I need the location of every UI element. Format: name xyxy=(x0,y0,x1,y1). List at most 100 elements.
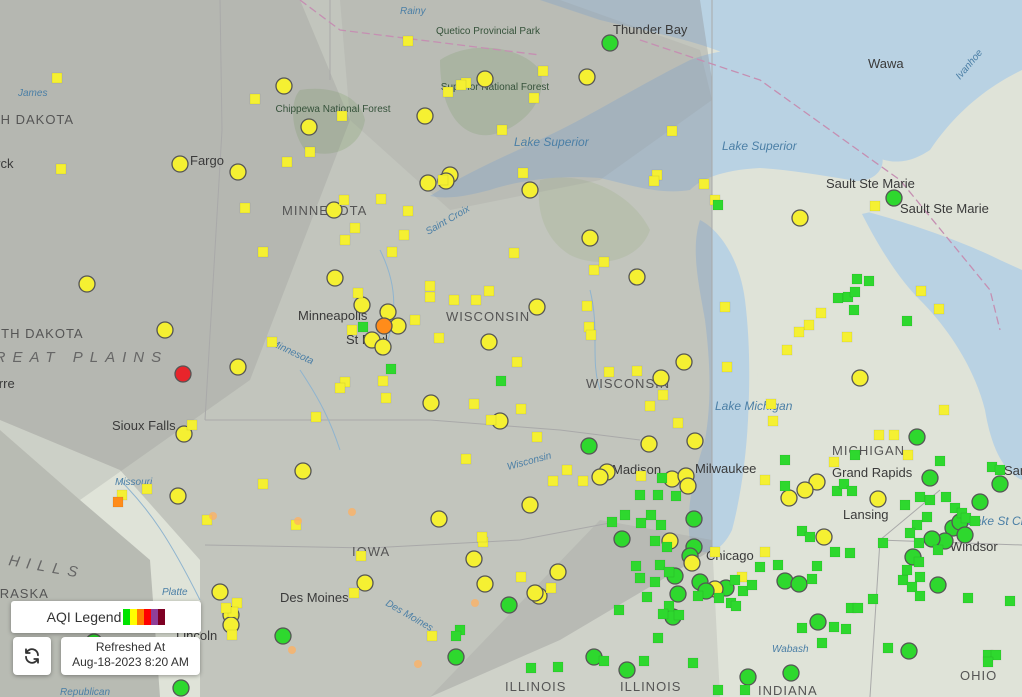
monitor-marker-187[interactable] xyxy=(450,630,462,642)
sensor-marker-54[interactable] xyxy=(521,496,539,514)
monitor-marker-120[interactable] xyxy=(921,511,933,523)
monitor-marker-48[interactable] xyxy=(933,303,945,315)
monitor-marker-123[interactable] xyxy=(606,516,618,528)
monitor-marker-56[interactable] xyxy=(781,344,793,356)
monitor-marker-27[interactable] xyxy=(339,234,351,246)
sensor-marker-94[interactable] xyxy=(618,661,636,679)
monitor-marker-188[interactable] xyxy=(426,630,438,642)
monitor-marker-142[interactable] xyxy=(709,546,721,558)
monitor-marker-0[interactable] xyxy=(402,35,414,47)
monitor-marker-194[interactable] xyxy=(982,656,994,668)
fire-dot-2[interactable] xyxy=(294,517,302,525)
monitor-marker-176[interactable] xyxy=(641,591,653,603)
monitor-marker-54[interactable] xyxy=(585,329,597,341)
sensor-marker-32[interactable] xyxy=(851,369,869,387)
sensor-marker-84[interactable] xyxy=(211,583,229,601)
monitor-marker-92[interactable] xyxy=(186,419,198,431)
monitor-marker-5[interactable] xyxy=(442,86,454,98)
sensor-marker-96[interactable] xyxy=(782,664,800,682)
monitor-marker-117[interactable] xyxy=(960,512,972,524)
monitor-marker-64[interactable] xyxy=(511,356,523,368)
sensor-marker-47[interactable] xyxy=(796,481,814,499)
monitor-marker-168[interactable] xyxy=(1004,595,1016,607)
monitor-marker-47[interactable] xyxy=(848,304,860,316)
sensor-marker-71[interactable] xyxy=(356,574,374,592)
monitor-marker-69[interactable] xyxy=(631,365,643,377)
monitor-marker-97[interactable] xyxy=(656,472,668,484)
monitor-marker-146[interactable] xyxy=(654,559,666,571)
monitor-marker-190[interactable] xyxy=(816,637,828,649)
monitor-marker-80[interactable] xyxy=(767,415,779,427)
sensor-marker-5[interactable] xyxy=(300,118,318,136)
sensor-marker-11[interactable] xyxy=(521,181,539,199)
monitor-marker-45[interactable] xyxy=(470,294,482,306)
monitor-marker-78[interactable] xyxy=(644,400,656,412)
monitor-marker-160[interactable] xyxy=(730,600,742,612)
monitor-marker-39[interactable] xyxy=(915,285,927,297)
monitor-marker-22[interactable] xyxy=(338,194,350,206)
sensor-marker-23[interactable] xyxy=(375,317,393,335)
refresh-button[interactable] xyxy=(13,637,51,675)
sensor-marker-37[interactable] xyxy=(640,435,658,453)
monitor-marker-79[interactable] xyxy=(765,398,777,410)
monitor-marker-58[interactable] xyxy=(346,324,358,336)
monitor-marker-166[interactable] xyxy=(901,564,913,576)
monitor-marker-182[interactable] xyxy=(673,609,685,621)
monitor-marker-96[interactable] xyxy=(635,470,647,482)
monitor-marker-8[interactable] xyxy=(336,110,348,122)
sensor-marker-31[interactable] xyxy=(652,369,670,387)
sensor-marker-27[interactable] xyxy=(480,333,498,351)
sensor-marker-83[interactable] xyxy=(526,584,544,602)
monitor-marker-148[interactable] xyxy=(754,561,766,573)
monitor-marker-30[interactable] xyxy=(508,247,520,259)
monitor-marker-33[interactable] xyxy=(598,256,610,268)
monitor-marker-184[interactable] xyxy=(840,623,852,635)
monitor-marker-81[interactable] xyxy=(938,404,950,416)
monitor-marker-154[interactable] xyxy=(729,574,741,586)
monitor-marker-57[interactable] xyxy=(901,315,913,327)
monitor-marker-102[interactable] xyxy=(779,480,791,492)
monitor-marker-106[interactable] xyxy=(141,483,153,495)
monitor-marker-68[interactable] xyxy=(495,375,507,387)
sensor-marker-41[interactable] xyxy=(591,468,609,486)
monitor-marker-84[interactable] xyxy=(873,429,885,441)
monitor-marker-137[interactable] xyxy=(649,535,661,547)
monitor-marker-65[interactable] xyxy=(377,375,389,387)
sensor-marker-3[interactable] xyxy=(275,77,293,95)
monitor-marker-122[interactable] xyxy=(904,527,916,539)
sensor-marker-50[interactable] xyxy=(991,475,1009,493)
monitor-marker-35[interactable] xyxy=(863,275,875,287)
sensor-marker-36[interactable] xyxy=(580,437,598,455)
monitor-marker-173[interactable] xyxy=(220,602,232,614)
sensor-marker-13[interactable] xyxy=(791,209,809,227)
sensor-marker-39[interactable] xyxy=(908,428,926,446)
monitor-marker-145[interactable] xyxy=(649,576,661,588)
monitor-marker-14[interactable] xyxy=(437,174,449,186)
monitor-marker-36[interactable] xyxy=(832,292,844,304)
monitor-marker-125[interactable] xyxy=(645,509,657,521)
sensor-marker-44[interactable] xyxy=(679,477,697,495)
monitor-marker-94[interactable] xyxy=(547,475,559,487)
monitor-marker-63[interactable] xyxy=(385,363,397,375)
monitor-marker-198[interactable] xyxy=(552,661,564,673)
monitor-marker-164[interactable] xyxy=(914,590,926,602)
sensor-marker-81[interactable] xyxy=(669,585,687,603)
sensor-marker-97[interactable] xyxy=(172,679,190,697)
monitor-marker-52[interactable] xyxy=(581,300,593,312)
sensor-marker-29[interactable] xyxy=(174,365,192,383)
sensor-marker-6[interactable] xyxy=(171,155,189,173)
monitor-marker-162[interactable] xyxy=(914,571,926,583)
sensor-marker-79[interactable] xyxy=(790,575,808,593)
monitor-marker-60[interactable] xyxy=(409,314,421,326)
monitor-marker-181[interactable] xyxy=(657,608,669,620)
monitor-marker-82[interactable] xyxy=(531,431,543,443)
sensor-marker-0[interactable] xyxy=(601,34,619,52)
monitor-marker-91[interactable] xyxy=(672,417,684,429)
monitor-marker-178[interactable] xyxy=(867,593,879,605)
sensor-marker-70[interactable] xyxy=(549,563,567,581)
sensor-marker-2[interactable] xyxy=(476,70,494,88)
sensor-marker-63[interactable] xyxy=(613,530,631,548)
sensor-marker-7[interactable] xyxy=(229,163,247,181)
monitor-marker-38[interactable] xyxy=(849,286,861,298)
monitor-marker-15[interactable] xyxy=(517,167,529,179)
